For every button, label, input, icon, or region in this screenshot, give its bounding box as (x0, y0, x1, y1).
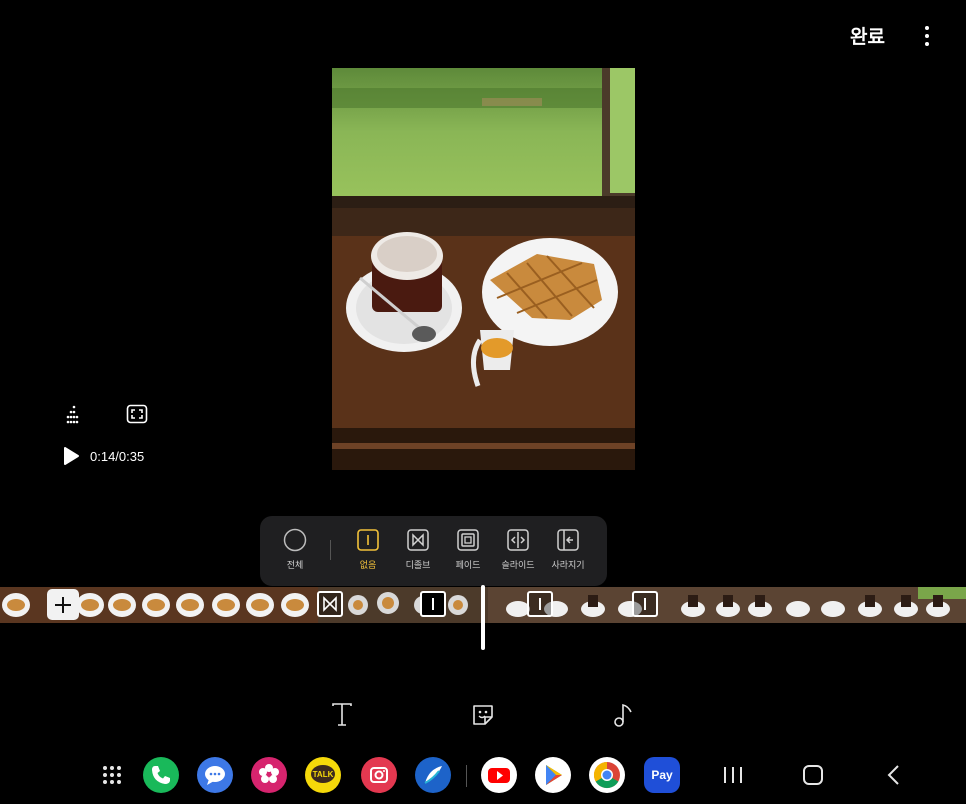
clip-coffee[interactable] (488, 587, 966, 623)
chrome-app-icon[interactable] (589, 757, 625, 793)
recents-button[interactable] (722, 762, 744, 792)
play-store-app-icon[interactable] (535, 757, 571, 793)
clip-table-top[interactable] (318, 587, 488, 623)
dissolve-icon (323, 596, 337, 612)
camera-app-icon[interactable] (361, 757, 397, 793)
youtube-app-icon[interactable] (481, 757, 517, 793)
more-options-icon[interactable] (916, 22, 938, 50)
transition-marker-dissolve[interactable] (317, 591, 343, 617)
text-tool-icon[interactable] (330, 702, 358, 730)
playback-time: 0:14/0:35 (90, 448, 145, 464)
transition-slide[interactable]: 슬라이드 (492, 528, 544, 571)
circle-icon (283, 528, 307, 552)
fade-icon (457, 529, 479, 551)
gallery-app-icon[interactable] (251, 757, 287, 793)
panel-divider (330, 540, 331, 560)
transition-none-icon (357, 529, 379, 551)
svg-text:Pay: Pay (651, 768, 673, 782)
wipe-icon (557, 529, 579, 551)
back-button[interactable] (884, 762, 904, 792)
video-preview[interactable] (332, 68, 635, 470)
transition-marker-none[interactable] (632, 591, 658, 617)
playhead[interactable] (481, 585, 485, 650)
done-button[interactable]: 완료 (850, 22, 885, 49)
music-note-icon[interactable] (611, 702, 639, 730)
playback-controls: 0:14/0:35 (62, 446, 144, 466)
dock-divider (466, 765, 467, 787)
plus-icon (55, 596, 71, 613)
samsung-pay-app-icon[interactable]: Pay (644, 757, 680, 793)
dissolve-icon (407, 529, 429, 551)
preview-photo (332, 68, 635, 470)
kakaotalk-app-icon[interactable]: TALK (305, 757, 341, 793)
sticker-tool-icon[interactable] (470, 702, 498, 730)
messages-app-icon[interactable] (197, 757, 233, 793)
aspect-ratio-icon[interactable] (126, 404, 148, 428)
bixby-app-icon[interactable] (415, 757, 451, 793)
transition-fade[interactable]: 페이드 (442, 528, 494, 571)
home-button[interactable] (801, 762, 825, 792)
app-drawer-icon[interactable] (94, 757, 130, 793)
add-clip-button[interactable] (47, 589, 79, 620)
transition-all[interactable]: 전체 (269, 528, 321, 571)
transition-marker-none[interactable] (527, 591, 553, 617)
transition-marker-none[interactable] (420, 591, 446, 617)
svg-text:TALK: TALK (313, 770, 334, 779)
transition-none[interactable]: 없음 (342, 528, 394, 571)
slide-icon (507, 529, 529, 551)
audio-levels-icon[interactable] (64, 404, 84, 430)
transition-dissolve[interactable]: 디졸브 (392, 528, 444, 571)
phone-app-icon[interactable] (143, 757, 179, 793)
transition-wipe[interactable]: 사라지기 (542, 528, 594, 571)
play-icon[interactable] (62, 446, 80, 466)
